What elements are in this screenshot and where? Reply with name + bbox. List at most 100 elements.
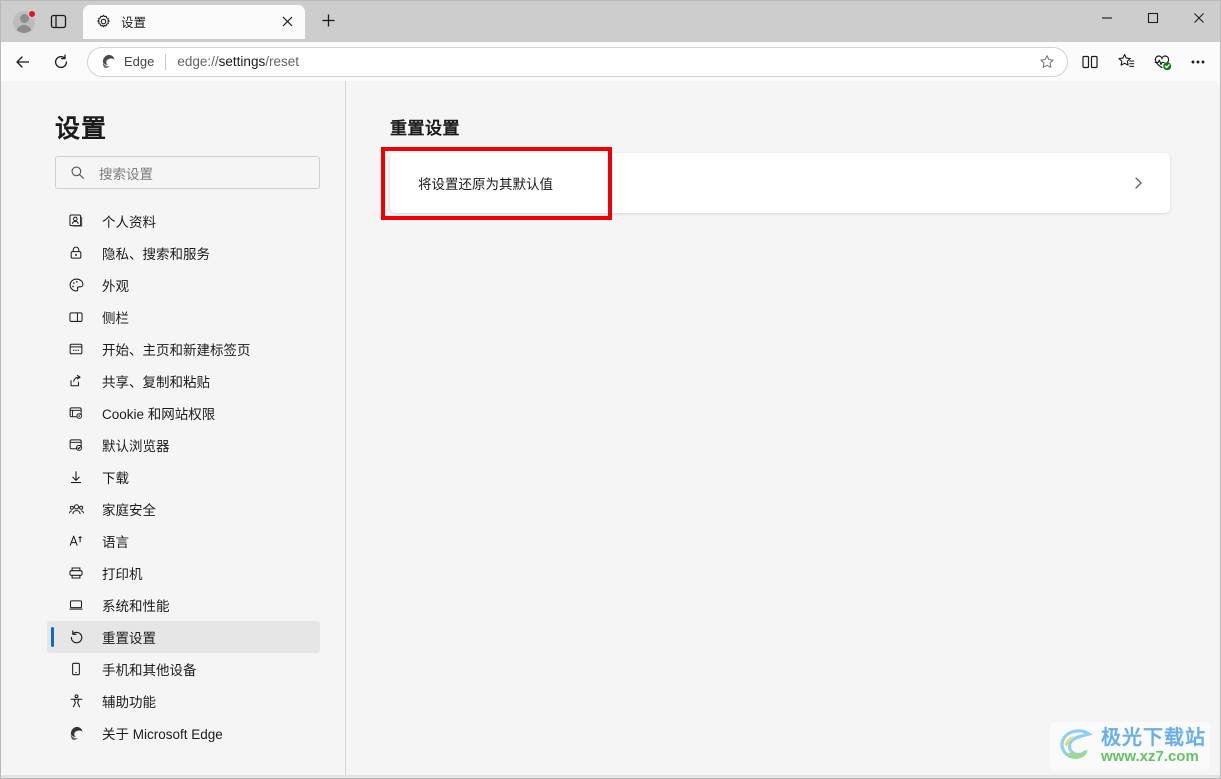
section-title: 重置设置 [390, 119, 460, 138]
minimize-icon [1102, 16, 1112, 19]
sidebar-item-cookies-permissions[interactable]: Cookie 和网站权限 [47, 397, 320, 429]
sidebar-item-label: 家庭安全 [102, 503, 156, 518]
browser-essentials-icon [1154, 54, 1172, 70]
maximize-icon [1147, 12, 1159, 23]
jiguang-logo-icon [1056, 726, 1098, 766]
sidebar-item-system-performance[interactable]: 系统和性能 [47, 589, 320, 621]
search-placeholder: 搜索设置 [99, 166, 153, 182]
favorites-button[interactable] [1110, 46, 1142, 78]
edge-logo-icon [102, 54, 115, 68]
cookie-permissions-icon [67, 404, 85, 422]
sidebar-item-phone-other-devices[interactable]: 手机和其他设备 [47, 653, 320, 685]
site-watermark: 极光下载站 www.xz7.com [1050, 722, 1210, 770]
download-icon [67, 468, 85, 486]
sidebar-item-sidebar[interactable]: 侧栏 [47, 301, 320, 333]
language-icon [67, 532, 85, 550]
sidebar-item-label: 个人资料 [102, 215, 156, 230]
back-button[interactable] [7, 46, 39, 78]
new-tab-button[interactable] [313, 6, 343, 36]
star-outline-icon [1040, 54, 1054, 68]
printer-icon [67, 564, 85, 582]
sidebar-item-accessibility[interactable]: 辅助功能 [47, 685, 320, 717]
sidebar-item-about-edge[interactable]: 关于 Microsoft Edge [47, 717, 320, 749]
accessibility-icon [67, 692, 85, 710]
sidebar-item-label: 重置设置 [102, 631, 156, 646]
sidebar-item-label: 手机和其他设备 [102, 663, 197, 678]
sidebar-item-languages[interactable]: 语言 [47, 525, 320, 557]
system-performance-icon [67, 596, 85, 614]
start-home-icon [67, 340, 85, 358]
edge-brand-label: Edge [124, 54, 155, 69]
search-settings-input[interactable]: 搜索设置 [55, 156, 320, 189]
family-safety-icon [67, 500, 85, 518]
tab-actions-icon [50, 14, 66, 29]
add-favorite-button[interactable] [1033, 47, 1061, 76]
settings-more-icon [1191, 60, 1205, 63]
settings-page: 设置 搜索设置 个人资料 隐私、搜索和服务 外观 侧栏 开始、主页和新建标签页 … [1, 81, 1220, 778]
plus-icon [322, 14, 334, 27]
sidebar-item-label: 隐私、搜索和服务 [102, 247, 210, 262]
sidebar-item-downloads[interactable]: 下载 [47, 461, 320, 493]
sidebar-item-profile[interactable]: 个人资料 [47, 205, 320, 237]
close-icon [282, 16, 292, 27]
reset-icon [67, 628, 85, 646]
split-screen-icon [1082, 55, 1098, 68]
url-host: settings [218, 54, 266, 69]
sidebar-item-label: 默认浏览器 [102, 439, 170, 454]
sidebar-item-label: 辅助功能 [102, 695, 156, 710]
sidebar-item-default-browser[interactable]: 默认浏览器 [47, 429, 320, 461]
sidebar-item-start-home-newtab[interactable]: 开始、主页和新建标签页 [47, 333, 320, 365]
refresh-icon [54, 54, 68, 68]
tab-actions-button[interactable] [43, 7, 73, 37]
refresh-button[interactable] [45, 46, 77, 78]
tab-strip-left: 设置 [1, 1, 343, 42]
sidebar-item-appearance[interactable]: 外观 [47, 269, 320, 301]
sidebar-item-label: 打印机 [102, 567, 143, 582]
share-icon [67, 372, 85, 390]
sidebar-item-label: 共享、复制和粘贴 [102, 375, 210, 390]
sidebar-item-reset-settings[interactable]: 重置设置 [47, 621, 320, 653]
default-browser-icon [67, 436, 85, 454]
sidebar-item-label: 侧栏 [102, 311, 129, 326]
url-scheme: edge:// [177, 54, 219, 69]
close-icon [1194, 12, 1204, 23]
address-bar[interactable]: Edge edge://settings/reset [87, 46, 1068, 77]
profile-notification-dot-icon [28, 9, 36, 18]
favorites-icon [1117, 53, 1134, 67]
omnibox-divider [165, 53, 167, 70]
settings-and-more-button[interactable] [1182, 46, 1214, 78]
settings-nav-list: 个人资料 隐私、搜索和服务 外观 侧栏 开始、主页和新建标签页 共享、复制和粘贴… [47, 205, 320, 749]
back-arrow-icon [16, 55, 29, 68]
sidebar-item-label: 关于 Microsoft Edge [102, 727, 223, 742]
watermark-url: www.xz7.com [1101, 747, 1199, 765]
navigation-toolbar: Edge edge://settings/reset [1, 42, 1220, 81]
tab-title: 设置 [121, 16, 147, 30]
sidebar-item-family-safety[interactable]: 家庭安全 [47, 493, 320, 525]
browser-tab-settings[interactable]: 设置 [83, 4, 305, 39]
restore-defaults-label: 将设置还原为其默认值 [418, 177, 553, 192]
sidebar-item-label: 外观 [102, 279, 129, 294]
profile-avatar-button[interactable] [9, 7, 39, 37]
edge-browser-window: 设置 Edge edge://settings/reset 设置 搜索设置 个人… [0, 0, 1221, 779]
search-icon [71, 166, 84, 179]
window-controls [1084, 1, 1220, 34]
sidebar-item-share-copy-paste[interactable]: 共享、复制和粘贴 [47, 365, 320, 397]
phone-devices-icon [67, 660, 85, 678]
url-text: edge://settings/reset [177, 54, 1033, 69]
minimize-button[interactable] [1084, 1, 1130, 34]
title-bar: 设置 [1, 1, 1220, 42]
watermark-text: 极光下载站 www.xz7.com [1101, 727, 1206, 765]
split-screen-button[interactable] [1074, 46, 1106, 78]
lock-icon [67, 244, 85, 262]
sidebar-item-privacy[interactable]: 隐私、搜索和服务 [47, 237, 320, 269]
settings-content: 重置设置 将设置还原为其默认值 [346, 81, 1220, 778]
sidebar-item-printers[interactable]: 打印机 [47, 557, 320, 589]
close-window-button[interactable] [1176, 1, 1220, 34]
restore-defaults-row[interactable]: 将设置还原为其默认值 [390, 153, 1170, 213]
maximize-button[interactable] [1130, 1, 1176, 34]
sidebar-item-label: 开始、主页和新建标签页 [102, 343, 251, 358]
page-title: 设置 [55, 115, 108, 143]
edge-brand-badge: Edge [100, 53, 154, 70]
tab-close-button[interactable] [275, 10, 299, 34]
browser-essentials-button[interactable] [1146, 46, 1178, 78]
